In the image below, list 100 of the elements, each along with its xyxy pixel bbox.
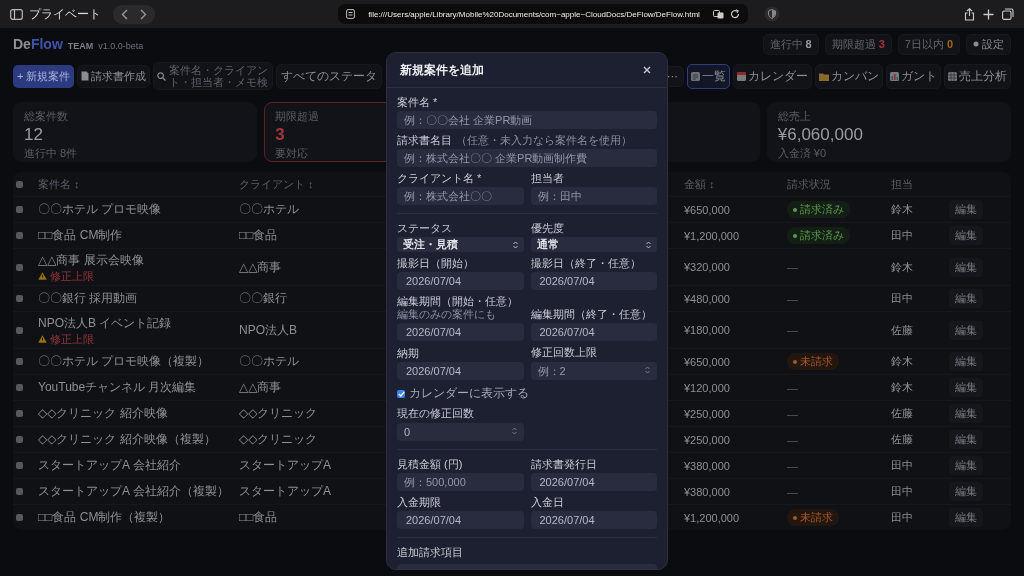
row-checkbox[interactable] bbox=[16, 488, 23, 495]
date-field[interactable]: 2026/07/04 bbox=[397, 511, 524, 529]
status-select[interactable]: すべてのステータ bbox=[276, 63, 383, 89]
amount-cell: ¥250,000 bbox=[684, 433, 730, 446]
project-name[interactable]: △△商事 展示会映像 bbox=[38, 252, 144, 269]
date-field[interactable]: 2026/07/04 bbox=[530, 272, 657, 290]
row-checkbox[interactable] bbox=[16, 232, 23, 239]
chip-count: 0 bbox=[946, 38, 953, 50]
project-name[interactable]: スタートアップA 会社紹介 bbox=[38, 457, 181, 474]
share-icon[interactable] bbox=[964, 7, 975, 21]
edit-button[interactable]: 編集 bbox=[949, 482, 983, 501]
date-field[interactable]: 2026/07/04 bbox=[397, 362, 524, 380]
view-tab[interactable]: 一覧 bbox=[687, 63, 730, 89]
assignee-cell: 佐藤 bbox=[891, 406, 913, 421]
stepper-icon[interactable] bbox=[645, 366, 650, 374]
date-field[interactable]: 2026/07/04 bbox=[530, 511, 657, 529]
amount-cell: ¥180,000 bbox=[684, 324, 730, 336]
edit-button[interactable]: 編集 bbox=[949, 289, 983, 308]
reload-icon[interactable] bbox=[730, 9, 740, 19]
project-name[interactable]: 〇〇ホテル プロモ映像（複製） bbox=[38, 353, 210, 370]
view-tab[interactable]: カレンダー bbox=[733, 63, 812, 89]
project-name[interactable]: ◇◇クリニック 紹介映像（複製） bbox=[38, 431, 216, 448]
edit-button[interactable]: 編集 bbox=[949, 430, 983, 449]
view-tab[interactable]: 売上分析 bbox=[944, 63, 1011, 89]
calendar-icon bbox=[737, 71, 746, 81]
project-name[interactable]: 〇〇銀行 採用動画 bbox=[38, 290, 138, 307]
amount-cell: ¥380,000 bbox=[684, 485, 730, 498]
date-field[interactable]: 2026/07/04 bbox=[397, 323, 524, 341]
invoice-button[interactable]: 請求書作成 bbox=[77, 64, 151, 88]
edit-button[interactable]: 編集 bbox=[949, 378, 983, 397]
view-tab[interactable]: ガント bbox=[886, 63, 941, 89]
text-field[interactable]: 例：田中 bbox=[530, 187, 657, 205]
field-label: クライアント名 * bbox=[397, 172, 482, 185]
settings-button[interactable]: 設定 bbox=[966, 33, 1011, 55]
close-button[interactable] bbox=[641, 64, 653, 76]
select-field[interactable]: 受注・見積 bbox=[397, 237, 524, 252]
row-checkbox[interactable] bbox=[16, 410, 23, 417]
grid-icon bbox=[948, 71, 957, 81]
view-tab[interactable]: カンバン bbox=[815, 63, 883, 89]
edit-button[interactable]: 編集 bbox=[949, 320, 983, 340]
bar-chart-icon bbox=[890, 71, 899, 81]
project-name[interactable]: 〇〇ホテル プロモ映像 bbox=[38, 201, 162, 218]
project-name[interactable]: スタートアップA 会社紹介（複製） bbox=[38, 483, 229, 500]
chip-count: 8 bbox=[805, 38, 812, 50]
billing-empty: — bbox=[787, 485, 798, 498]
row-checkbox[interactable] bbox=[16, 295, 23, 302]
edit-button[interactable]: 編集 bbox=[949, 352, 983, 371]
amount-cell: ¥120,000 bbox=[684, 381, 730, 394]
tabs-icon[interactable] bbox=[1002, 8, 1014, 20]
stat-label: 期限超過 bbox=[275, 109, 320, 124]
edit-button[interactable]: 編集 bbox=[949, 404, 983, 423]
shield-icon[interactable] bbox=[764, 6, 780, 22]
client-cell: スタートアップA bbox=[239, 457, 331, 474]
edit-button[interactable]: 編集 bbox=[949, 226, 983, 245]
field-label: 撮影日（開始） bbox=[397, 257, 474, 270]
assignee-cell: 鈴木 bbox=[891, 202, 913, 217]
client-cell: □□食品 bbox=[239, 227, 278, 244]
stepper-icon[interactable] bbox=[511, 427, 517, 435]
number-field[interactable]: 0 bbox=[397, 423, 524, 441]
select-field[interactable]: 通常 bbox=[530, 237, 657, 252]
edit-button[interactable]: 編集 bbox=[949, 508, 983, 527]
billing-status-badge: 請求済み bbox=[787, 227, 850, 244]
project-name[interactable]: ◇◇クリニック 紹介映像 bbox=[38, 405, 168, 422]
row-checkbox[interactable] bbox=[16, 206, 23, 213]
project-name[interactable]: □□食品 CM制作（複製） bbox=[38, 509, 171, 526]
project-name[interactable]: □□食品 CM制作 bbox=[38, 227, 123, 244]
modal-title: 新規案件を追加 bbox=[400, 61, 484, 79]
assignee-cell: 田中 bbox=[891, 484, 913, 499]
search-field[interactable]: 案件名・クライアント・担当者・メモ検 bbox=[153, 62, 274, 90]
sidebar-icon[interactable] bbox=[10, 8, 23, 20]
row-checkbox[interactable] bbox=[16, 358, 23, 365]
translate-icon[interactable] bbox=[713, 9, 724, 19]
edit-button[interactable]: 編集 bbox=[949, 257, 983, 277]
project-name[interactable]: NPO法人B イベント記録 bbox=[38, 315, 172, 332]
number-field[interactable]: 例：2 bbox=[530, 362, 657, 380]
new-tab-icon[interactable] bbox=[983, 8, 994, 20]
text-field[interactable]: 例：500,000 bbox=[397, 473, 524, 491]
row-checkbox[interactable] bbox=[16, 514, 23, 521]
field-label: 入金日 bbox=[530, 496, 564, 509]
date-field[interactable]: 2026/07/04 bbox=[397, 272, 524, 290]
row-checkbox[interactable] bbox=[16, 462, 23, 469]
client-cell: □□食品 bbox=[239, 509, 278, 526]
address-bar[interactable]: file:///Users/apple/Library/Mobile%20Documents/com~apple~CloudDocs/DeFlow/DeFlow.html bbox=[338, 4, 748, 24]
amount-cell: ¥650,000 bbox=[684, 203, 730, 216]
project-name[interactable]: YouTubeチャンネル 月次編集 bbox=[38, 379, 197, 396]
row-checkbox[interactable] bbox=[16, 436, 23, 443]
row-checkbox[interactable] bbox=[16, 326, 23, 334]
date-field[interactable]: 2026/07/04 bbox=[530, 323, 657, 341]
row-checkbox[interactable] bbox=[16, 384, 23, 391]
calendar-checkbox[interactable] bbox=[397, 389, 405, 398]
row-checkbox[interactable] bbox=[16, 263, 23, 271]
assignee-cell: 佐藤 bbox=[891, 432, 913, 447]
new-project-button[interactable]: + 新規案件 bbox=[13, 64, 75, 88]
chip-label: 7日以内 bbox=[904, 36, 944, 52]
edit-button[interactable]: 編集 bbox=[949, 200, 983, 219]
date-field[interactable]: 2026/07/04 bbox=[530, 473, 657, 491]
edit-button[interactable]: 編集 bbox=[949, 456, 983, 475]
assignee-cell: 鈴木 bbox=[891, 354, 913, 369]
select-all-checkbox[interactable] bbox=[16, 180, 23, 188]
client-cell: ◇◇クリニック bbox=[239, 431, 318, 448]
